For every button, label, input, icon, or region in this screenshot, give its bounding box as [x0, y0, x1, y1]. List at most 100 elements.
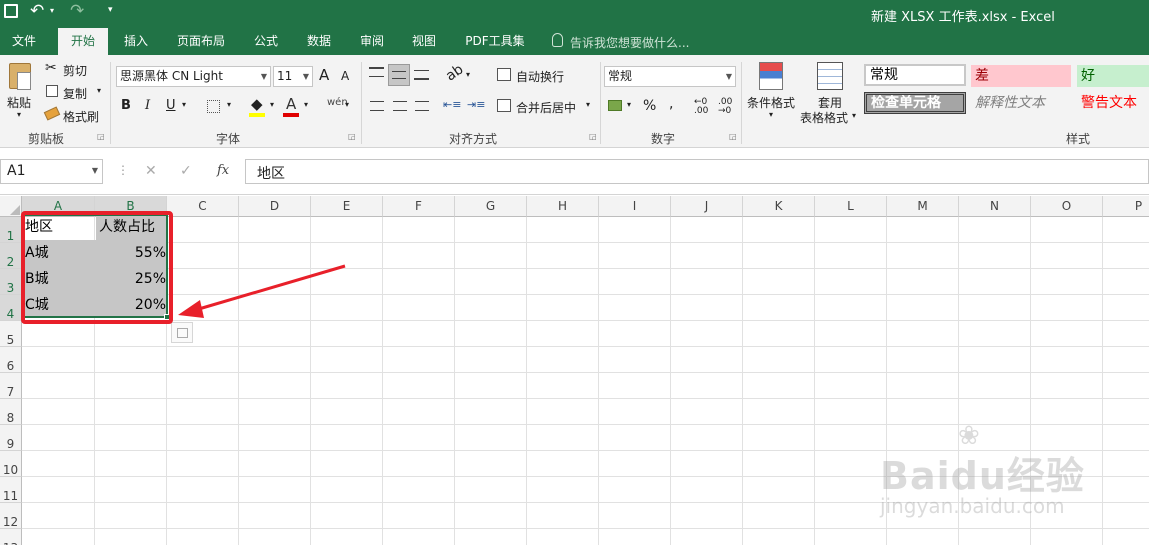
format-painter-label[interactable]: 格式刷	[63, 108, 99, 125]
column-header-i[interactable]: I	[599, 196, 671, 217]
row-header-1[interactable]: 1	[0, 217, 22, 243]
borders-icon[interactable]	[207, 100, 220, 113]
merge-center-label[interactable]: 合并后居中	[516, 99, 576, 116]
insert-function-icon[interactable]: fx	[217, 163, 229, 178]
column-header-f[interactable]: F	[383, 196, 455, 217]
accounting-format-dropdown-icon[interactable]: ▾	[627, 100, 631, 109]
row-header-11[interactable]: 11	[0, 477, 22, 503]
font-color-dropdown-icon[interactable]: ▾	[304, 100, 308, 109]
row-header-10[interactable]: 10	[0, 451, 22, 477]
align-top-icon[interactable]	[369, 67, 384, 77]
tab-view[interactable]: 视图	[402, 28, 446, 55]
cut-label[interactable]: 剪切	[63, 62, 87, 79]
increase-decimal-icon[interactable]: ←0.00	[694, 98, 708, 116]
merge-center-icon[interactable]	[497, 99, 511, 112]
fill-color-dropdown-icon[interactable]: ▾	[270, 100, 274, 109]
format-as-table-button[interactable]: 套用 表格格式 ▾	[800, 58, 860, 125]
row-header-2[interactable]: 2	[0, 243, 22, 269]
column-header-h[interactable]: H	[527, 196, 599, 217]
increase-indent-icon[interactable]: ⇥≡	[467, 98, 485, 111]
row-header-12[interactable]: 12	[0, 503, 22, 529]
row-header-7[interactable]: 7	[0, 373, 22, 399]
alignment-dialog-launcher-icon[interactable]: ◲	[589, 132, 597, 141]
column-header-n[interactable]: N	[959, 196, 1031, 217]
column-header-d[interactable]: D	[239, 196, 311, 217]
number-format-select[interactable]: 常规 ▼	[604, 66, 736, 87]
borders-dropdown-icon[interactable]: ▾	[227, 100, 231, 109]
style-good[interactable]: 好	[1077, 65, 1149, 87]
column-header-l[interactable]: L	[815, 196, 887, 217]
confirm-entry-icon[interactable]: ✓	[180, 163, 192, 179]
tab-page-layout[interactable]: 页面布局	[168, 28, 234, 55]
font-name-select[interactable]: 思源黑体 CN Light ▼	[116, 66, 271, 87]
paste-button[interactable]: 粘贴 ▾	[4, 60, 38, 120]
style-normal[interactable]: 常规	[864, 64, 966, 86]
undo-dropdown-icon[interactable]: ▾	[50, 6, 54, 15]
wrap-text-label[interactable]: 自动换行	[516, 68, 564, 85]
copy-icon[interactable]	[46, 85, 58, 97]
orientation-dropdown-icon[interactable]: ▾	[466, 70, 470, 79]
underline-button[interactable]: U	[166, 98, 176, 113]
font-color-icon[interactable]: A	[286, 95, 296, 113]
row-header-4[interactable]: 4	[0, 295, 22, 321]
formula-input[interactable]: 地区	[245, 159, 1149, 184]
column-header-p[interactable]: P	[1103, 196, 1149, 217]
tab-data[interactable]: 数据	[296, 28, 342, 55]
align-left-icon[interactable]	[370, 101, 384, 111]
tab-pdf-tools[interactable]: PDF工具集	[458, 28, 532, 55]
grow-font-icon[interactable]: A	[319, 66, 329, 84]
column-header-j[interactable]: J	[671, 196, 743, 217]
bold-button[interactable]: B	[121, 98, 131, 113]
wrap-text-icon[interactable]	[497, 68, 511, 81]
tab-insert[interactable]: 插入	[112, 28, 160, 55]
save-icon[interactable]	[4, 4, 18, 18]
underline-dropdown-icon[interactable]: ▾	[182, 100, 186, 109]
clipboard-dialog-launcher-icon[interactable]: ◲	[97, 132, 105, 141]
font-dialog-launcher-icon[interactable]: ◲	[348, 132, 356, 141]
redo-icon[interactable]: ↷	[70, 1, 84, 21]
tab-home[interactable]: 开始	[58, 28, 108, 55]
tab-file[interactable]: 文件	[0, 28, 48, 55]
column-header-e[interactable]: E	[311, 196, 383, 217]
conditional-formatting-button[interactable]: 条件格式 ▾	[744, 58, 798, 122]
column-header-o[interactable]: O	[1031, 196, 1103, 217]
spreadsheet-grid[interactable]: ABCDEFGHIJKLMNOP 12345678910111213 地区 人数…	[0, 196, 1149, 545]
decrease-indent-icon[interactable]: ⇤≡	[443, 98, 461, 111]
row-header-3[interactable]: 3	[0, 269, 22, 295]
column-header-m[interactable]: M	[887, 196, 959, 217]
comma-style-button[interactable]: ,	[669, 96, 673, 112]
row-header-8[interactable]: 8	[0, 399, 22, 425]
row-header-9[interactable]: 9	[0, 425, 22, 451]
row-header-5[interactable]: 5	[0, 321, 22, 347]
percent-style-button[interactable]: %	[643, 98, 656, 114]
column-header-g[interactable]: G	[455, 196, 527, 217]
style-bad[interactable]: 差	[971, 65, 1071, 87]
align-bottom-icon[interactable]	[414, 70, 429, 80]
tab-review[interactable]: 审阅	[350, 28, 394, 55]
customize-icon[interactable]: ▾	[108, 5, 113, 15]
decrease-decimal-icon[interactable]: .00 →0	[718, 98, 732, 116]
undo-icon[interactable]: ↶	[30, 1, 44, 21]
font-size-select[interactable]: 11 ▼	[273, 66, 313, 87]
fill-color-icon[interactable]: ◆	[251, 95, 263, 113]
number-dialog-launcher-icon[interactable]: ◲	[729, 132, 737, 141]
phonetic-dropdown-icon[interactable]: ▾	[345, 100, 349, 109]
style-warning[interactable]: 警告文本	[1077, 92, 1149, 114]
name-box[interactable]: A1 ▼	[0, 159, 103, 184]
accounting-format-icon[interactable]	[608, 100, 622, 111]
align-center-icon[interactable]	[393, 101, 407, 111]
cancel-entry-icon[interactable]: ✕	[145, 163, 157, 179]
cut-icon[interactable]: ✂	[45, 60, 57, 76]
row-header-6[interactable]: 6	[0, 347, 22, 373]
copy-dropdown-icon[interactable]: ▾	[97, 86, 101, 95]
row-header-13[interactable]: 13	[0, 529, 22, 545]
column-header-c[interactable]: C	[167, 196, 239, 217]
column-header-k[interactable]: K	[743, 196, 815, 217]
merge-center-dropdown-icon[interactable]: ▾	[586, 100, 590, 109]
style-explanatory[interactable]: 解释性文本	[971, 92, 1071, 114]
italic-button[interactable]: I	[145, 98, 150, 113]
align-right-icon[interactable]	[415, 101, 429, 111]
shrink-font-icon[interactable]: A	[341, 69, 349, 83]
style-check-cell[interactable]: 检查单元格	[864, 92, 966, 114]
tell-me-input[interactable]: 告诉我您想要做什么...	[570, 34, 689, 51]
